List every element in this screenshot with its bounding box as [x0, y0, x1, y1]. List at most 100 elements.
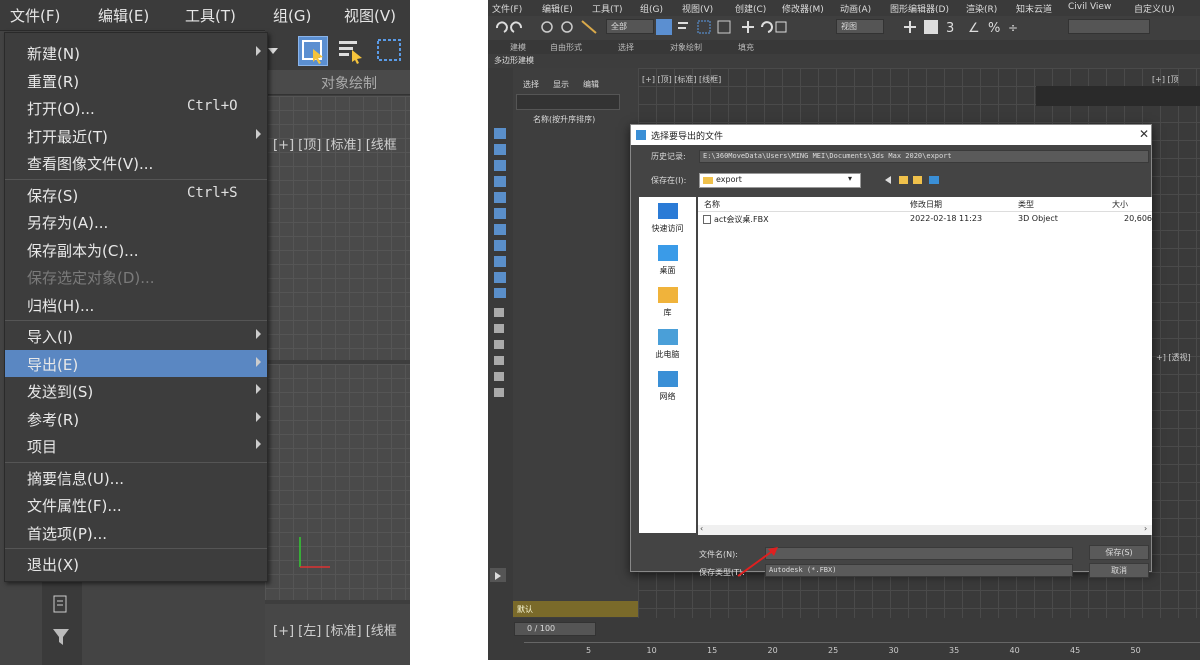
menu-item[interactable]: 渲染(R)	[966, 2, 997, 15]
select-by-name-icon[interactable]	[337, 36, 365, 64]
menu-item[interactable]: 保存副本为(C)...	[5, 236, 267, 263]
menu-item[interactable]: 发送到(S)	[5, 377, 267, 404]
ribbon-tab[interactable]: 建模	[510, 42, 526, 53]
horizontal-scrollbar[interactable]: ‹ ›	[698, 524, 1152, 535]
place-item[interactable]: 快速访问	[639, 203, 696, 243]
menu-item[interactable]: 打开最近(T)	[5, 122, 267, 149]
place-item[interactable]: 网络	[639, 371, 696, 411]
table-row[interactable]: act会议桌.FBX 2022-02-18 11:23 3D Object 20…	[698, 212, 1152, 226]
viewport-label-right[interactable]: [+] [顶	[1152, 74, 1179, 85]
file-list[interactable]: 名称 修改日期 类型 大小 act会议桌.FBX 2022-02-18 11:2…	[698, 197, 1152, 533]
tab-select[interactable]: 选择	[523, 79, 539, 90]
menu-item[interactable]: 修改器(M)	[782, 2, 824, 15]
menu-item[interactable]: 编辑(E)	[542, 2, 573, 15]
menu-item[interactable]: 组(G)	[640, 2, 663, 15]
scene-layer-bar[interactable]: 默认	[513, 601, 638, 617]
expand-arrow-icon[interactable]	[490, 568, 506, 582]
ribbon-tab[interactable]: 选择	[618, 42, 634, 53]
named-selection-dropdown[interactable]	[1068, 19, 1150, 34]
place-item[interactable]: 桌面	[639, 245, 696, 285]
selection-filter-dropdown[interactable]: 全部	[606, 19, 654, 34]
ribbon-tab[interactable]: 对象绘制	[670, 42, 702, 53]
menu-item[interactable]: 保存(S) Ctrl+S	[5, 181, 267, 208]
col-date[interactable]: 修改日期	[910, 199, 942, 210]
tab-edit[interactable]: 编辑	[583, 79, 599, 90]
viewport-label[interactable]: [+] [顶] [标准] [线框	[273, 134, 397, 153]
reference-coord-dropdown[interactable]: 视图	[836, 19, 884, 34]
col-name[interactable]: 名称	[704, 199, 720, 210]
menu-item[interactable]: 摘要信息(U)...	[5, 464, 267, 491]
timeline-tick-label: 40	[1009, 646, 1020, 655]
menu-item[interactable]: 导出(E)	[5, 349, 267, 377]
place-item[interactable]: 库	[639, 287, 696, 327]
menu-item[interactable]: 打开(O)... Ctrl+O	[5, 94, 267, 121]
filetype-dropdown[interactable]: Autodesk (*.FBX)	[765, 564, 1073, 577]
menu-item[interactable]: 导入(I)	[5, 322, 267, 349]
link-icon[interactable]	[540, 19, 600, 35]
snap-tools-icon[interactable]: 3 ∠ % ÷	[888, 19, 1028, 35]
menu-item[interactable]: 创建(C)	[735, 2, 766, 15]
col-size[interactable]: 大小	[1112, 199, 1128, 210]
col-type[interactable]: 类型	[1018, 199, 1034, 210]
explorer-filter-icons[interactable]	[494, 128, 506, 298]
save-button[interactable]: 保存(S)	[1089, 545, 1149, 560]
menu-item[interactable]: 自定义(U)	[1134, 2, 1175, 15]
menu-item[interactable]: 首选项(P)...	[5, 519, 267, 546]
tab-display[interactable]: 显示	[553, 79, 569, 90]
viewport-label[interactable]: [+] [左] [标准] [线框	[273, 620, 397, 639]
undo-redo-icon[interactable]	[494, 19, 544, 35]
menu-item[interactable]: Civil View	[1068, 2, 1111, 12]
nav-buttons-icon[interactable]	[883, 173, 953, 187]
place-item[interactable]: 此电脑	[639, 329, 696, 369]
menu-view[interactable]: 视图(V)	[344, 5, 396, 26]
save-in-dropdown[interactable]: export ▾	[699, 173, 861, 188]
menu-item[interactable]: 文件属性(F)...	[5, 491, 267, 518]
close-icon[interactable]: ✕	[1139, 127, 1149, 141]
menu-item[interactable]: 工具(T)	[592, 2, 623, 15]
menu-edit[interactable]: 编辑(E)	[98, 5, 149, 26]
menu-item[interactable]: 归档(H)...	[5, 291, 267, 318]
region-select-icon[interactable]	[375, 36, 403, 64]
filter-icon[interactable]	[52, 627, 70, 647]
history-dropdown[interactable]: E:\360MoveData\Users\MING MEI\Documents\…	[699, 150, 1149, 163]
menu-item[interactable]: 重置(R)	[5, 67, 267, 94]
select-object-icon[interactable]	[656, 19, 672, 35]
menu-item[interactable]: 退出(X)	[5, 550, 267, 577]
ribbon-tab[interactable]: 填充	[738, 42, 754, 53]
menu-item[interactable]: 新建(N)	[5, 39, 267, 66]
viewcube-toolbar[interactable]	[1036, 86, 1200, 106]
menu-group[interactable]: 组(G)	[273, 5, 311, 26]
menu-tools[interactable]: 工具(T)	[185, 5, 236, 26]
filename-input[interactable]	[765, 547, 1073, 560]
viewport-bottom[interactable]	[265, 364, 410, 600]
select-object-icon[interactable]	[298, 36, 328, 66]
menu-item[interactable]: 项目	[5, 432, 267, 459]
left-screenshot: 文件(F) 编辑(E) 工具(T) 组(G) 视图(V) 对象绘制 [+] [顶…	[0, 0, 410, 665]
file-type: 3D Object	[1018, 214, 1058, 223]
menu-item[interactable]: 动画(A)	[840, 2, 871, 15]
transform-tools-icon[interactable]	[676, 19, 796, 35]
menu-item[interactable]: 知末云道	[1016, 2, 1052, 15]
viewport-left[interactable]: [+] [左] [标准] [线框	[265, 604, 410, 665]
viewport-label-persp[interactable]: +] [透视]	[1156, 352, 1191, 363]
dropdown-arrow-icon[interactable]	[267, 42, 279, 54]
tab-object-paint[interactable]: 对象绘制	[321, 73, 377, 93]
menu-item[interactable]: 参考(R)	[5, 405, 267, 432]
menu-item[interactable]: 视图(V)	[682, 2, 713, 15]
viewport-label[interactable]: [+] [顶] [标准] [线框]	[642, 74, 721, 85]
places-bar: 快速访问 桌面库此电脑 网络	[639, 197, 696, 533]
cancel-button[interactable]: 取消	[1089, 563, 1149, 578]
menu-item[interactable]: 文件(F)	[492, 2, 522, 15]
explorer-search-input[interactable]	[516, 94, 620, 110]
menu-item[interactable]: 图形编辑器(D)	[890, 2, 949, 15]
menu-item[interactable]: 另存为(A)...	[5, 208, 267, 235]
ribbon-tab[interactable]: 自由形式	[550, 42, 582, 53]
polygon-modeling-label[interactable]: 多边形建模	[494, 55, 534, 66]
explorer-column-header[interactable]: 名称(按升序排序)	[533, 114, 595, 125]
explorer-tool-icons[interactable]	[494, 308, 504, 398]
document-icon[interactable]	[52, 595, 68, 613]
menu-file[interactable]: 文件(F)	[10, 5, 60, 26]
time-slider[interactable]: 0 / 100	[514, 622, 596, 636]
viewport-top[interactable]: [+] [顶] [标准] [线框	[265, 96, 410, 360]
menu-item[interactable]: 查看图像文件(V)...	[5, 149, 267, 176]
